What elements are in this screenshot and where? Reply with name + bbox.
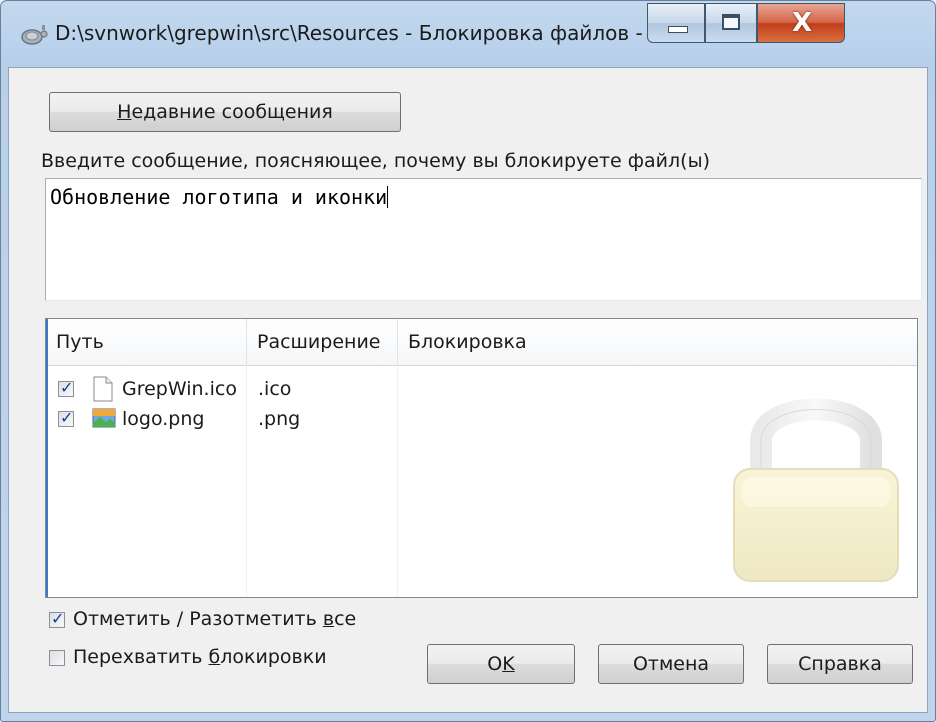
maximize-button[interactable] [705, 3, 757, 43]
lock-message-text: Обновление логотипа и иконки [50, 185, 389, 209]
ok-label: ОK [487, 653, 515, 675]
check-mark-icon: ✓ [60, 408, 74, 427]
list-focus-edge [46, 319, 48, 597]
check-mark-icon: ✓ [51, 609, 65, 628]
help-label: Справка [798, 653, 882, 675]
check-mark-icon: ✓ [60, 378, 74, 397]
tortoise-icon [21, 25, 48, 45]
toggle-all-label: Отметить / Разотметить все [73, 608, 357, 630]
file-row-checkbox[interactable]: ✓ [58, 408, 74, 427]
image-file-icon [92, 408, 116, 428]
steal-locks-checkbox[interactable] [49, 650, 65, 666]
file-path: logo.png [122, 408, 205, 430]
steal-locks-label: Перехватить блокировки [73, 646, 327, 668]
toggle-all-checkbox[interactable]: ✓ [49, 609, 65, 628]
column-header-path[interactable]: Путь [46, 319, 246, 365]
minimize-button[interactable] [647, 3, 705, 43]
help-button[interactable]: Справка [767, 644, 913, 684]
recent-messages-button[interactable]: Недавние сообщения [49, 92, 401, 132]
file-row-checkbox[interactable]: ✓ [58, 378, 74, 397]
dialog-body: Недавние сообщения Введите сообщение, по… [8, 67, 928, 713]
blank-file-icon [93, 376, 113, 402]
file-row[interactable]: ✓ GrepWin.ico .ico [46, 375, 917, 403]
file-list[interactable]: Путь Расширение Блокировка ✓ GrepWin.ico… [45, 318, 918, 598]
column-header-lock[interactable]: Блокировка [398, 319, 798, 365]
close-icon: X [791, 8, 813, 38]
column-header-extension[interactable]: Расширение [247, 319, 397, 365]
recent-messages-label: Недавние сообщения [117, 101, 333, 123]
lock-message-input[interactable]: Обновление логотипа и иконки [45, 178, 922, 301]
message-prompt-label: Введите сообщение, поясняющее, почему вы… [41, 150, 710, 172]
maximize-icon [722, 14, 740, 30]
cancel-button[interactable]: Отмена [598, 644, 744, 684]
file-extension: .png [258, 408, 301, 430]
file-row[interactable]: ✓ logo.png .png [46, 405, 917, 433]
cancel-label: Отмена [632, 653, 710, 675]
minimize-icon [668, 26, 688, 33]
file-list-header: Путь Расширение Блокировка [46, 319, 917, 366]
ok-button[interactable]: ОK [427, 644, 575, 684]
text-caret [387, 186, 389, 208]
file-path: GrepWin.ico [122, 378, 237, 400]
title-bar[interactable]: D:\svnwork\grepwin\src\Resources - Блоки… [1, 1, 935, 67]
lock-files-dialog: D:\svnwork\grepwin\src\Resources - Блоки… [0, 0, 936, 722]
close-button[interactable]: X [757, 3, 845, 43]
window-title: D:\svnwork\grepwin\src\Resources - Блоки… [55, 21, 669, 45]
file-extension: .ico [258, 378, 292, 400]
